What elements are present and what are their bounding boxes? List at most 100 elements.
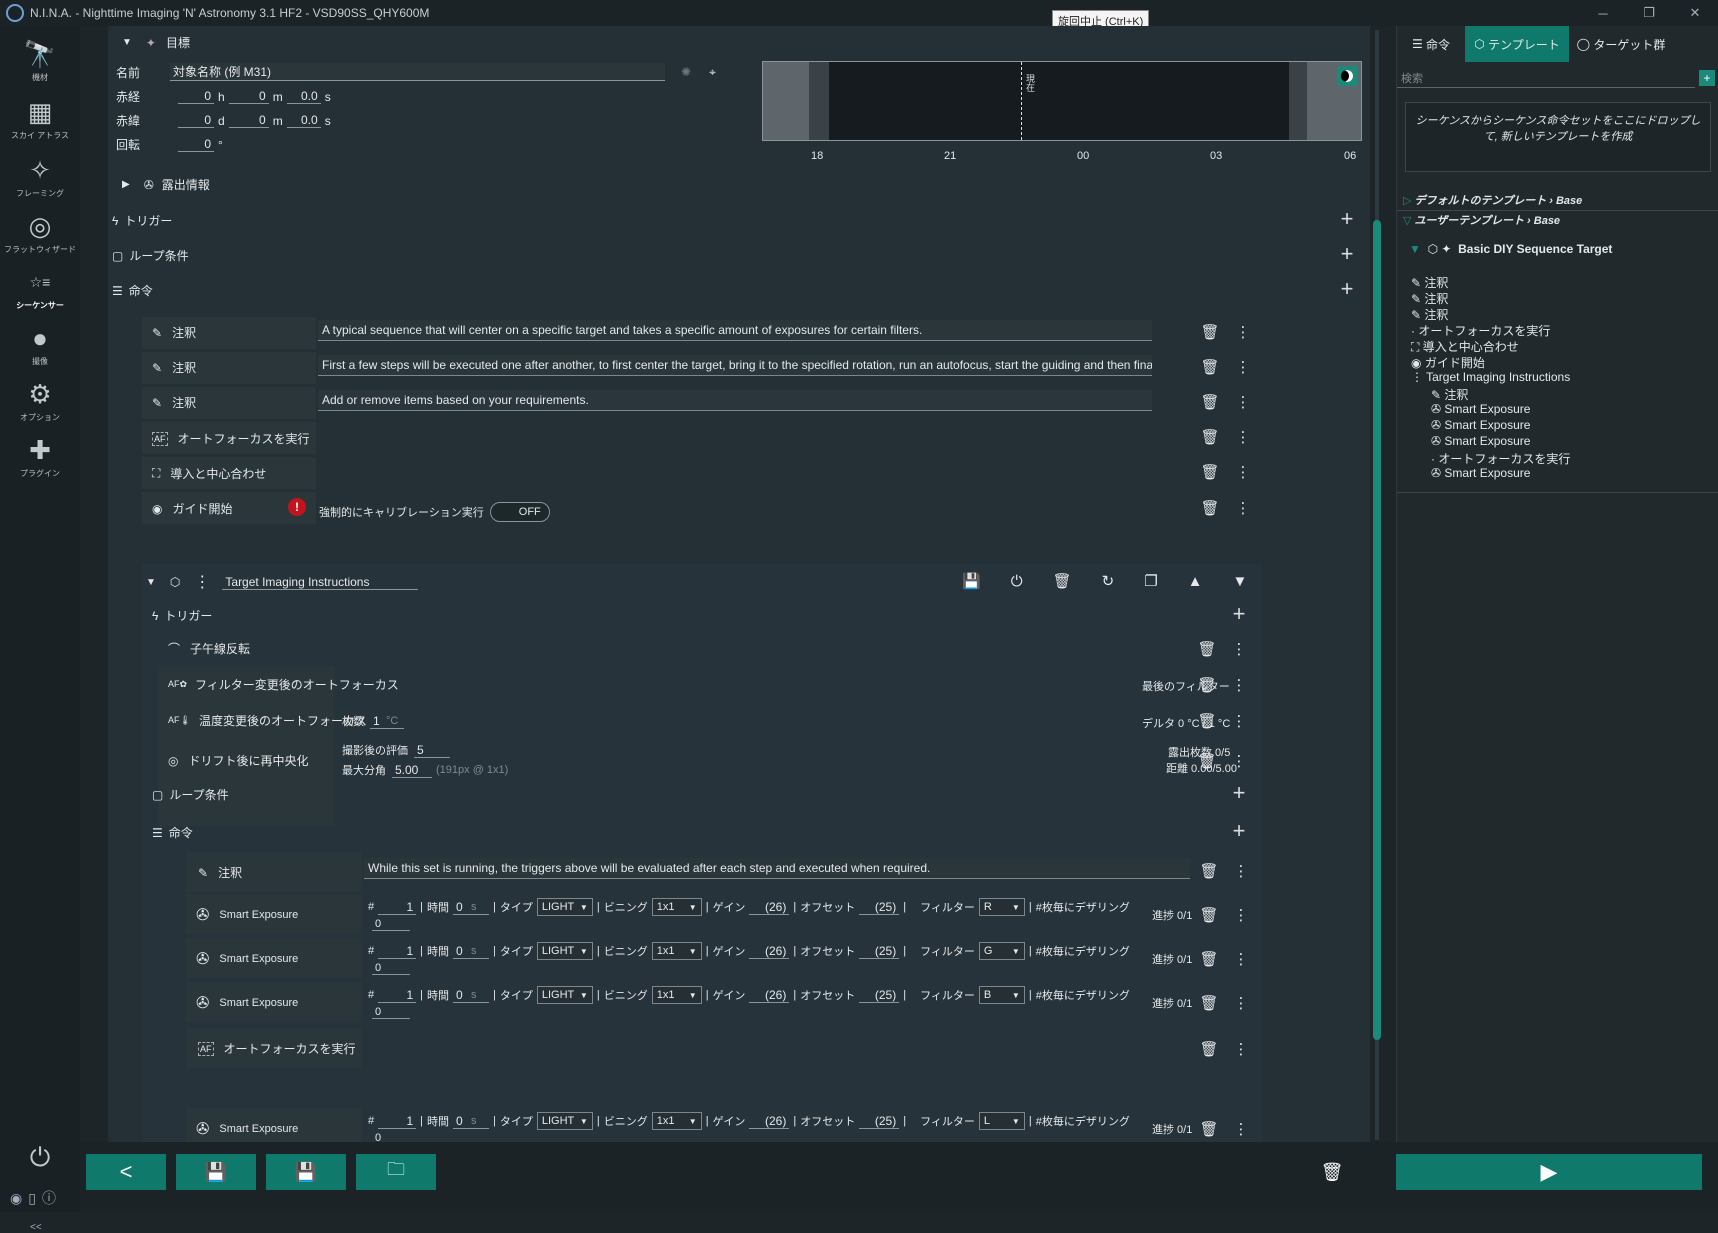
rotation-input[interactable]: 0 xyxy=(178,137,214,152)
tab-targets[interactable]: ◯ ターゲット群 xyxy=(1569,26,1673,62)
kebab-menu-icon[interactable]: ⋮ xyxy=(1234,323,1252,341)
exposure-count-input[interactable]: 1 xyxy=(378,944,417,959)
tree-item[interactable]: · オートフォーカスを実行 xyxy=(1411,322,1550,339)
drag-handle-icon[interactable]: ⋮ xyxy=(194,572,210,592)
calibration-toggle[interactable]: OFF xyxy=(489,502,550,522)
filter-select[interactable]: G ▼ xyxy=(978,942,1025,960)
tree-item[interactable]: ✎ 注釈 xyxy=(1411,274,1448,291)
kebab-menu-icon[interactable]: ⋮ xyxy=(1230,640,1248,658)
user-templates-group[interactable]: ▽ ユーザーテンプレート › Base xyxy=(1403,212,1560,228)
start-sequence-button[interactable]: ▶ xyxy=(1396,1154,1702,1190)
tree-item[interactable]: ✇ Smart Exposure xyxy=(1431,418,1530,432)
kebab-menu-icon[interactable]: ⋮ xyxy=(1230,676,1248,694)
note-text[interactable]: Add or remove items based on your requir… xyxy=(318,390,1152,411)
main-scrollbar[interactable] xyxy=(1372,30,1382,1140)
kebab-menu-icon[interactable]: ⋮ xyxy=(1232,1040,1250,1058)
exposure-count-input[interactable]: 1 xyxy=(378,988,417,1003)
tree-item[interactable]: ✇ Smart Exposure xyxy=(1431,402,1530,416)
gain-input[interactable]: (26) xyxy=(749,944,790,959)
ra-minutes-input[interactable]: 0 xyxy=(228,89,269,104)
gain-input[interactable]: (26) xyxy=(749,988,790,1003)
gain-input[interactable]: (26) xyxy=(749,900,790,915)
clear-sequence-button[interactable]: 🗑 xyxy=(1302,1154,1362,1190)
ra-seconds-input[interactable]: 0.0 xyxy=(286,89,321,104)
kebab-menu-icon[interactable]: ⋮ xyxy=(1232,1120,1250,1138)
note-text[interactable]: A typical sequence that will center on a… xyxy=(318,320,1152,341)
trash-icon[interactable]: 🗑 xyxy=(1199,862,1218,880)
tab-instructions[interactable]: ☰ 命令 xyxy=(1397,26,1465,62)
trash-icon[interactable]: 🗑 xyxy=(1197,676,1216,694)
eval-after-input[interactable]: 5 xyxy=(414,743,450,758)
tree-item[interactable]: ⋮ Target Imaging Instructions xyxy=(1411,370,1570,384)
nav-sequencer[interactable]: ☆≡ シーケンサー xyxy=(0,266,80,311)
info-icon[interactable]: ⓘ xyxy=(42,1190,62,1206)
binning-select[interactable]: 1x1 ▼ xyxy=(651,986,702,1004)
trash-icon[interactable]: 🗑 xyxy=(1200,428,1219,446)
tree-item[interactable]: ◉ ガイド開始 xyxy=(1411,354,1485,371)
nav-flat-wizard[interactable]: ◎ フラットウィザード xyxy=(0,210,80,255)
offset-input[interactable]: (25) xyxy=(859,900,900,915)
kebab-menu-icon[interactable]: ⋮ xyxy=(1230,712,1248,730)
dec-minutes-input[interactable]: 0 xyxy=(228,113,269,128)
filter-select[interactable]: L ▼ xyxy=(978,1112,1025,1130)
max-arcmin-input[interactable]: 5.00 xyxy=(392,763,432,778)
trigger-item[interactable]: AF✿ フィルター変更後のオートフォーカス xyxy=(168,676,399,693)
dither-input[interactable]: 0 xyxy=(372,962,410,975)
filter-select[interactable]: B ▼ xyxy=(978,986,1025,1004)
trash-icon[interactable]: 🗑 xyxy=(1199,994,1218,1012)
trash-icon[interactable]: 🗑 xyxy=(1199,1040,1218,1058)
trash-icon[interactable]: 🗑 xyxy=(1197,752,1216,770)
tree-item[interactable]: ✎ 注釈 xyxy=(1431,386,1468,403)
image-type-select[interactable]: LIGHT ▼ xyxy=(536,942,593,960)
add-instruction-button[interactable]: + xyxy=(1230,818,1248,843)
exposure-info-header[interactable]: ▶ ✇ 露出情報 xyxy=(122,176,210,193)
default-templates-group[interactable]: ▷ デフォルトのテンプレート › Base xyxy=(1403,192,1582,208)
target-section-header[interactable]: ▼ ✦ 目標 xyxy=(122,34,190,51)
chevron-right-icon[interactable]: ▶ xyxy=(122,179,130,190)
trash-icon[interactable]: 🗑 xyxy=(1197,712,1216,730)
kebab-menu-icon[interactable]: ⋮ xyxy=(1234,463,1252,481)
tree-item[interactable]: ⛶ 導入と中心合わせ xyxy=(1411,338,1519,355)
note-text[interactable]: First a few steps will be executed one a… xyxy=(318,355,1152,376)
nav-plugins[interactable]: ✚ プラグイン xyxy=(0,434,80,479)
template-search-input[interactable]: 検索 xyxy=(1397,70,1695,88)
close-button[interactable]: ✕ xyxy=(1672,0,1718,26)
tree-item[interactable]: ✎ 注釈 xyxy=(1411,306,1448,323)
tree-item[interactable]: ✇ Smart Exposure xyxy=(1431,434,1530,448)
image-type-select[interactable]: LIGHT ▼ xyxy=(536,1112,593,1130)
kebab-menu-icon[interactable]: ⋮ xyxy=(1234,499,1252,517)
kebab-menu-icon[interactable]: ⋮ xyxy=(1232,862,1250,880)
kebab-menu-icon[interactable]: ⋮ xyxy=(1232,950,1250,968)
power-icon[interactable]: ⏻ xyxy=(1011,573,1023,590)
nav-imaging[interactable]: ● 撮像 xyxy=(0,322,80,367)
dither-input[interactable]: 0 xyxy=(372,1132,410,1142)
binning-select[interactable]: 1x1 ▼ xyxy=(651,898,702,916)
trigger-item[interactable]: AF🌡 温度変更後のオートフォーカス xyxy=(168,712,367,729)
maximize-button[interactable]: ❐ xyxy=(1626,0,1672,26)
tree-item[interactable]: ✎ 注釈 xyxy=(1411,290,1448,307)
nav-options[interactable]: ⚙ オプション xyxy=(0,378,80,423)
minimize-button[interactable]: ─ xyxy=(1580,0,1626,26)
block-title-input[interactable]: Target Imaging Instructions xyxy=(222,575,419,590)
offset-input[interactable]: (25) xyxy=(859,1114,900,1129)
save-icon[interactable]: 💾 xyxy=(962,572,981,590)
kebab-menu-icon[interactable]: ⋮ xyxy=(1232,906,1250,924)
binning-select[interactable]: 1x1 ▼ xyxy=(651,1112,702,1130)
offset-input[interactable]: (25) xyxy=(859,944,900,959)
trigger-item[interactable]: ◎ ドリフト後に再中央化 xyxy=(168,752,309,769)
save-sequence-button[interactable]: 💾 xyxy=(266,1154,346,1190)
image-type-select[interactable]: LIGHT ▼ xyxy=(536,898,593,916)
save-as-template-button[interactable]: 💾 xyxy=(176,1154,256,1190)
move-down-icon[interactable]: ▼ xyxy=(1233,573,1248,590)
dec-degrees-input[interactable]: 0 xyxy=(178,113,214,128)
trash-icon[interactable]: 🗑 xyxy=(1199,906,1218,924)
trash-icon[interactable]: 🗑 xyxy=(1199,950,1218,968)
duplicate-icon[interactable]: ❐ xyxy=(1144,572,1157,590)
ra-hours-input[interactable]: 0 xyxy=(178,89,214,104)
trash-icon[interactable]: 🗑 xyxy=(1199,1120,1218,1138)
sky-search-icon[interactable]: ✺ xyxy=(681,65,691,79)
reset-icon[interactable]: ↻ xyxy=(1102,572,1115,590)
trash-icon[interactable]: 🗑 xyxy=(1200,393,1219,411)
nav-sky-atlas[interactable]: ▦ スカイ アトラス xyxy=(0,96,80,141)
tree-item[interactable]: · オートフォーカスを実行 xyxy=(1431,450,1570,467)
